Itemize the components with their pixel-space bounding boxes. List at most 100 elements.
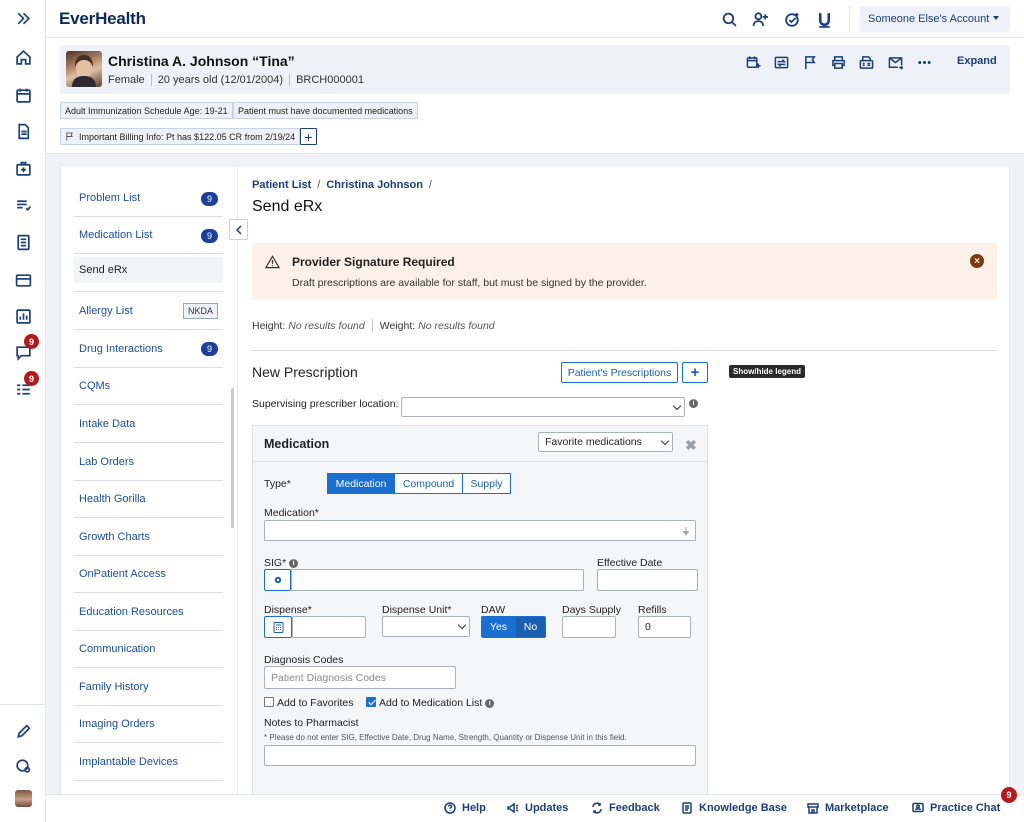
account-switcher[interactable]: Someone Else's Account xyxy=(860,6,1010,32)
chart-icon[interactable] xyxy=(0,301,46,331)
daw-yes-button[interactable]: Yes xyxy=(481,616,516,638)
nav-item-health-gorilla[interactable]: Health Gorilla xyxy=(74,481,223,518)
tasks-icon[interactable]: 9 xyxy=(0,371,46,404)
nav-scrollbar[interactable] xyxy=(231,388,234,528)
flag-icon[interactable] xyxy=(801,53,819,71)
nav-item-implantable-devices[interactable]: Implantable Devices xyxy=(74,743,223,781)
settings-icon[interactable] xyxy=(0,750,46,780)
add-to-medication-list-checkbox[interactable]: Add to Medication List i xyxy=(366,697,495,709)
billing-tag[interactable]: Important Billing Info: Pt has $122.05 C… xyxy=(60,128,301,145)
checkbox[interactable] xyxy=(264,697,274,707)
nav-item-lab-orders[interactable]: Lab Orders xyxy=(74,443,223,481)
dispense-input[interactable] xyxy=(292,616,366,638)
chat-icon xyxy=(912,802,924,813)
footer-marketplace[interactable]: Marketplace xyxy=(807,802,889,814)
favorite-medications-select[interactable]: Favorite medications xyxy=(538,432,673,452)
info-icon[interactable]: i xyxy=(485,699,495,708)
fax-icon[interactable] xyxy=(857,53,875,71)
expand-icon[interactable] xyxy=(0,3,46,33)
expand-button[interactable]: Expand xyxy=(957,55,997,67)
pencil-icon[interactable] xyxy=(0,716,46,746)
add-user-icon[interactable] xyxy=(750,9,770,29)
nav-item-cqms[interactable]: CQMs xyxy=(74,368,223,405)
patient-header: Christina A. Johnson “Tina” Female 20 ye… xyxy=(60,45,1010,94)
nav-item-onpatient-access[interactable]: OnPatient Access xyxy=(74,556,223,593)
card-icon[interactable] xyxy=(0,265,46,295)
type-label: Type* xyxy=(264,478,291,490)
nav-item-family-history[interactable]: Family History xyxy=(74,668,223,706)
chat-icon[interactable]: 9 xyxy=(0,334,46,367)
notes-input[interactable] xyxy=(264,745,696,766)
checkbox[interactable] xyxy=(366,697,376,707)
supervising-location-select[interactable] xyxy=(401,397,685,417)
type-compound[interactable]: Compound xyxy=(394,473,463,494)
info-icon[interactable]: i xyxy=(289,559,299,568)
help-icon xyxy=(444,802,456,814)
search-icon[interactable] xyxy=(719,9,739,29)
document-icon[interactable] xyxy=(0,116,46,146)
breadcrumb-patient-name[interactable]: Christina Johnson xyxy=(326,179,423,191)
calendar-add-icon[interactable] xyxy=(744,53,762,71)
close-icon[interactable]: × xyxy=(970,254,984,268)
footer-feedback[interactable]: Feedback xyxy=(591,802,660,814)
days-supply-input[interactable] xyxy=(562,616,616,638)
legend-tooltip[interactable]: Show/hide legend xyxy=(729,365,806,378)
home-icon[interactable] xyxy=(0,42,46,72)
footer-knowledge-base[interactable]: Knowledge Base xyxy=(681,802,787,814)
footer-updates[interactable]: Updates xyxy=(507,802,568,814)
medication-input[interactable] xyxy=(264,520,696,541)
calendar-icon[interactable] xyxy=(0,80,46,110)
patient-tag-medications[interactable]: Patient must have documented medications xyxy=(233,102,418,119)
nav-item-growth-charts[interactable]: Growth Charts xyxy=(74,518,223,556)
close-icon[interactable]: ✖ xyxy=(685,437,697,454)
u-icon[interactable] xyxy=(814,9,834,29)
nav-item-medication-list[interactable]: Medication List 9 xyxy=(74,217,223,254)
daw-no-button[interactable]: No xyxy=(515,616,546,638)
nav-item-education-resources[interactable]: Education Resources xyxy=(74,593,223,631)
type-supply[interactable]: Supply xyxy=(462,473,511,494)
footer-practice-chat[interactable]: Practice Chat xyxy=(912,802,1000,814)
dispense-calculator-button[interactable] xyxy=(264,616,292,638)
mail-icon[interactable] xyxy=(886,53,904,71)
medical-bag-icon[interactable] xyxy=(0,153,46,183)
refills-input[interactable]: 0 xyxy=(638,616,691,638)
user-avatar[interactable] xyxy=(15,790,32,807)
info-icon[interactable]: i xyxy=(689,399,698,408)
notes-icon[interactable] xyxy=(0,227,46,257)
add-prescription-button[interactable]: + xyxy=(682,362,708,383)
nav-item-drug-interactions[interactable]: Drug Interactions 9 xyxy=(74,330,223,368)
chevron-down-icon xyxy=(993,16,999,20)
collapse-nav-button[interactable] xyxy=(229,219,248,240)
app-logo[interactable]: EverHealth xyxy=(59,9,146,29)
add-tag-button[interactable]: + xyxy=(300,128,317,145)
nav-item-intake-data[interactable]: Intake Data xyxy=(74,405,223,443)
nav-item-allergy-list[interactable]: Allergy List NKDA xyxy=(74,291,223,330)
nav-item-imaging-orders[interactable]: Imaging Orders xyxy=(74,706,223,743)
footer-help[interactable]: Help xyxy=(444,802,486,814)
print-icon[interactable] xyxy=(829,53,847,71)
diagnosis-input[interactable]: Patient Diagnosis Codes xyxy=(264,666,456,689)
nav-item-label: Problem List xyxy=(79,192,141,204)
check-icon[interactable] xyxy=(782,9,802,29)
breadcrumb-patient-list[interactable]: Patient List xyxy=(252,179,311,191)
effective-date-input[interactable] xyxy=(597,569,698,591)
vitals-summary: Height: No results found Weight: No resu… xyxy=(252,319,495,332)
more-icon[interactable] xyxy=(915,53,933,71)
refills-label: Refills xyxy=(638,604,667,616)
sig-builder-button[interactable] xyxy=(264,569,291,591)
nav-item-send-erx[interactable]: Send eRx xyxy=(74,257,223,283)
type-medication[interactable]: Medication xyxy=(327,473,395,494)
add-to-favorites-checkbox[interactable]: Add to Favorites xyxy=(264,697,353,709)
section-divider xyxy=(252,350,996,351)
top-divider xyxy=(849,6,850,32)
patients-prescriptions-button[interactable]: Patient's Prescriptions xyxy=(561,362,678,383)
dispense-unit-select[interactable] xyxy=(382,616,470,637)
switch-icon[interactable] xyxy=(772,53,790,71)
nav-item-communication[interactable]: Communication xyxy=(74,631,223,668)
patient-tag-immunization[interactable]: Adult Immunization Schedule Age: 19-21 xyxy=(60,102,233,119)
nav-item-label: Communication xyxy=(79,643,156,655)
list-icon[interactable] xyxy=(0,190,46,220)
nav-item-problem-list[interactable]: Problem List 9 xyxy=(74,180,223,217)
sig-input[interactable] xyxy=(291,569,584,591)
height-label: Height: xyxy=(252,319,286,332)
